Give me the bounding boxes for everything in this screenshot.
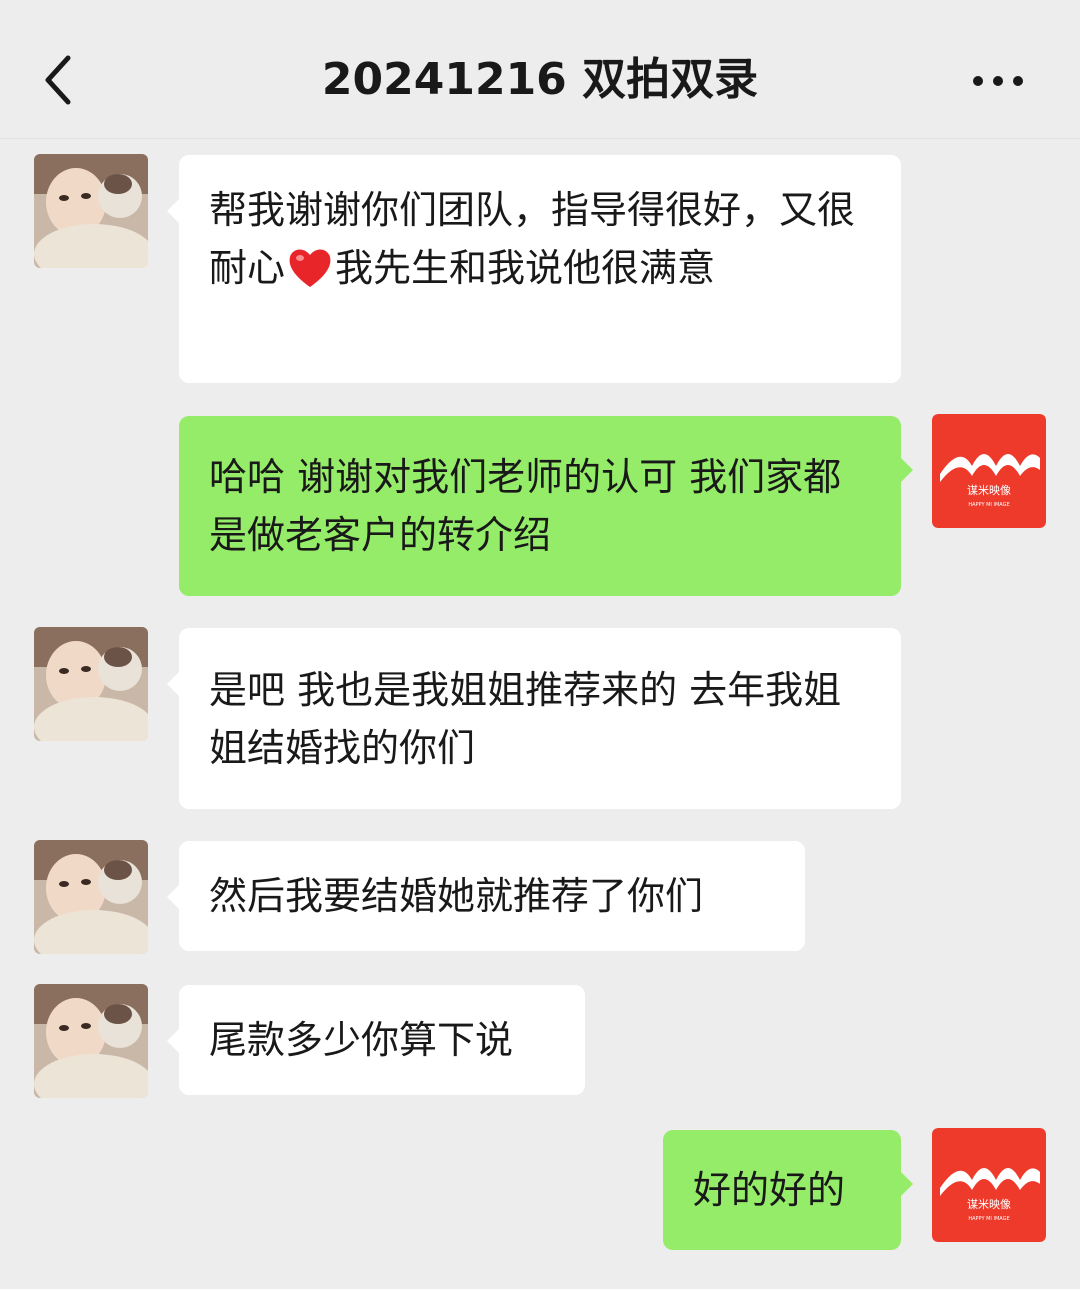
brand-logo-subtext: HAPPY MI IMAGE <box>968 502 1009 508</box>
contact-avatar[interactable] <box>34 154 148 268</box>
red-heart-emoji-icon <box>285 243 335 293</box>
contact-photo-icon <box>34 840 148 954</box>
self-avatar[interactable]: 谋米映像 HAPPY MI IMAGE <box>932 414 1046 528</box>
incoming-message-bubble[interactable]: 然后我要结婚她就推荐了你们 <box>167 841 805 951</box>
brand-logo-icon: 谋米映像 HAPPY MI IMAGE <box>932 1128 1046 1242</box>
self-avatar[interactable]: 谋米映像 HAPPY MI IMAGE <box>932 1128 1046 1242</box>
chevron-left-icon <box>45 55 71 105</box>
more-dots-icon <box>973 76 1023 86</box>
chat-title: 20241216 双拍双录 <box>321 54 759 105</box>
brand-logo-subtext: HAPPY MI IMAGE <box>968 1216 1009 1222</box>
incoming-message-bubble[interactable]: 帮我谢谢你们团队，指导得很好，又很耐心 我先生和我说他很满意 <box>167 155 901 383</box>
chat-header: 20241216 双拍双录 <box>0 0 1080 139</box>
brand-logo-text: 谋米映像 <box>967 484 1011 497</box>
contact-photo-icon <box>34 984 148 1098</box>
message-text: 是吧 我也是我姐姐推荐来的 去年我姐姐结婚找的你们 <box>209 668 842 770</box>
contact-avatar[interactable] <box>34 840 148 954</box>
incoming-message-bubble[interactable]: 是吧 我也是我姐姐推荐来的 去年我姐姐结婚找的你们 <box>167 628 901 809</box>
contact-photo-icon <box>34 627 148 741</box>
more-options-button[interactable] <box>960 56 1040 106</box>
outgoing-message-bubble[interactable]: 好的好的 <box>663 1130 913 1250</box>
message-text: 尾款多少你算下说 <box>209 1018 514 1062</box>
outgoing-message-bubble[interactable]: 哈哈 谢谢对我们老师的认可 我们家都是做老客户的转介绍 <box>179 416 913 596</box>
back-button[interactable] <box>30 44 90 116</box>
contact-avatar[interactable] <box>34 627 148 741</box>
brand-logo-icon: 谋米映像 HAPPY MI IMAGE <box>932 414 1046 528</box>
contact-avatar[interactable] <box>34 984 148 1098</box>
message-text: 帮我谢谢你们团队，指导得很好，又很耐心 我先生和我说他很满意 <box>209 181 871 297</box>
incoming-message-bubble[interactable]: 尾款多少你算下说 <box>167 985 585 1095</box>
contact-photo-icon <box>34 154 148 268</box>
message-text: 哈哈 谢谢对我们老师的认可 我们家都是做老客户的转介绍 <box>209 455 842 557</box>
message-text: 好的好的 <box>693 1168 846 1212</box>
message-text: 然后我要结婚她就推荐了你们 <box>209 874 704 918</box>
brand-logo-text: 谋米映像 <box>967 1198 1011 1211</box>
